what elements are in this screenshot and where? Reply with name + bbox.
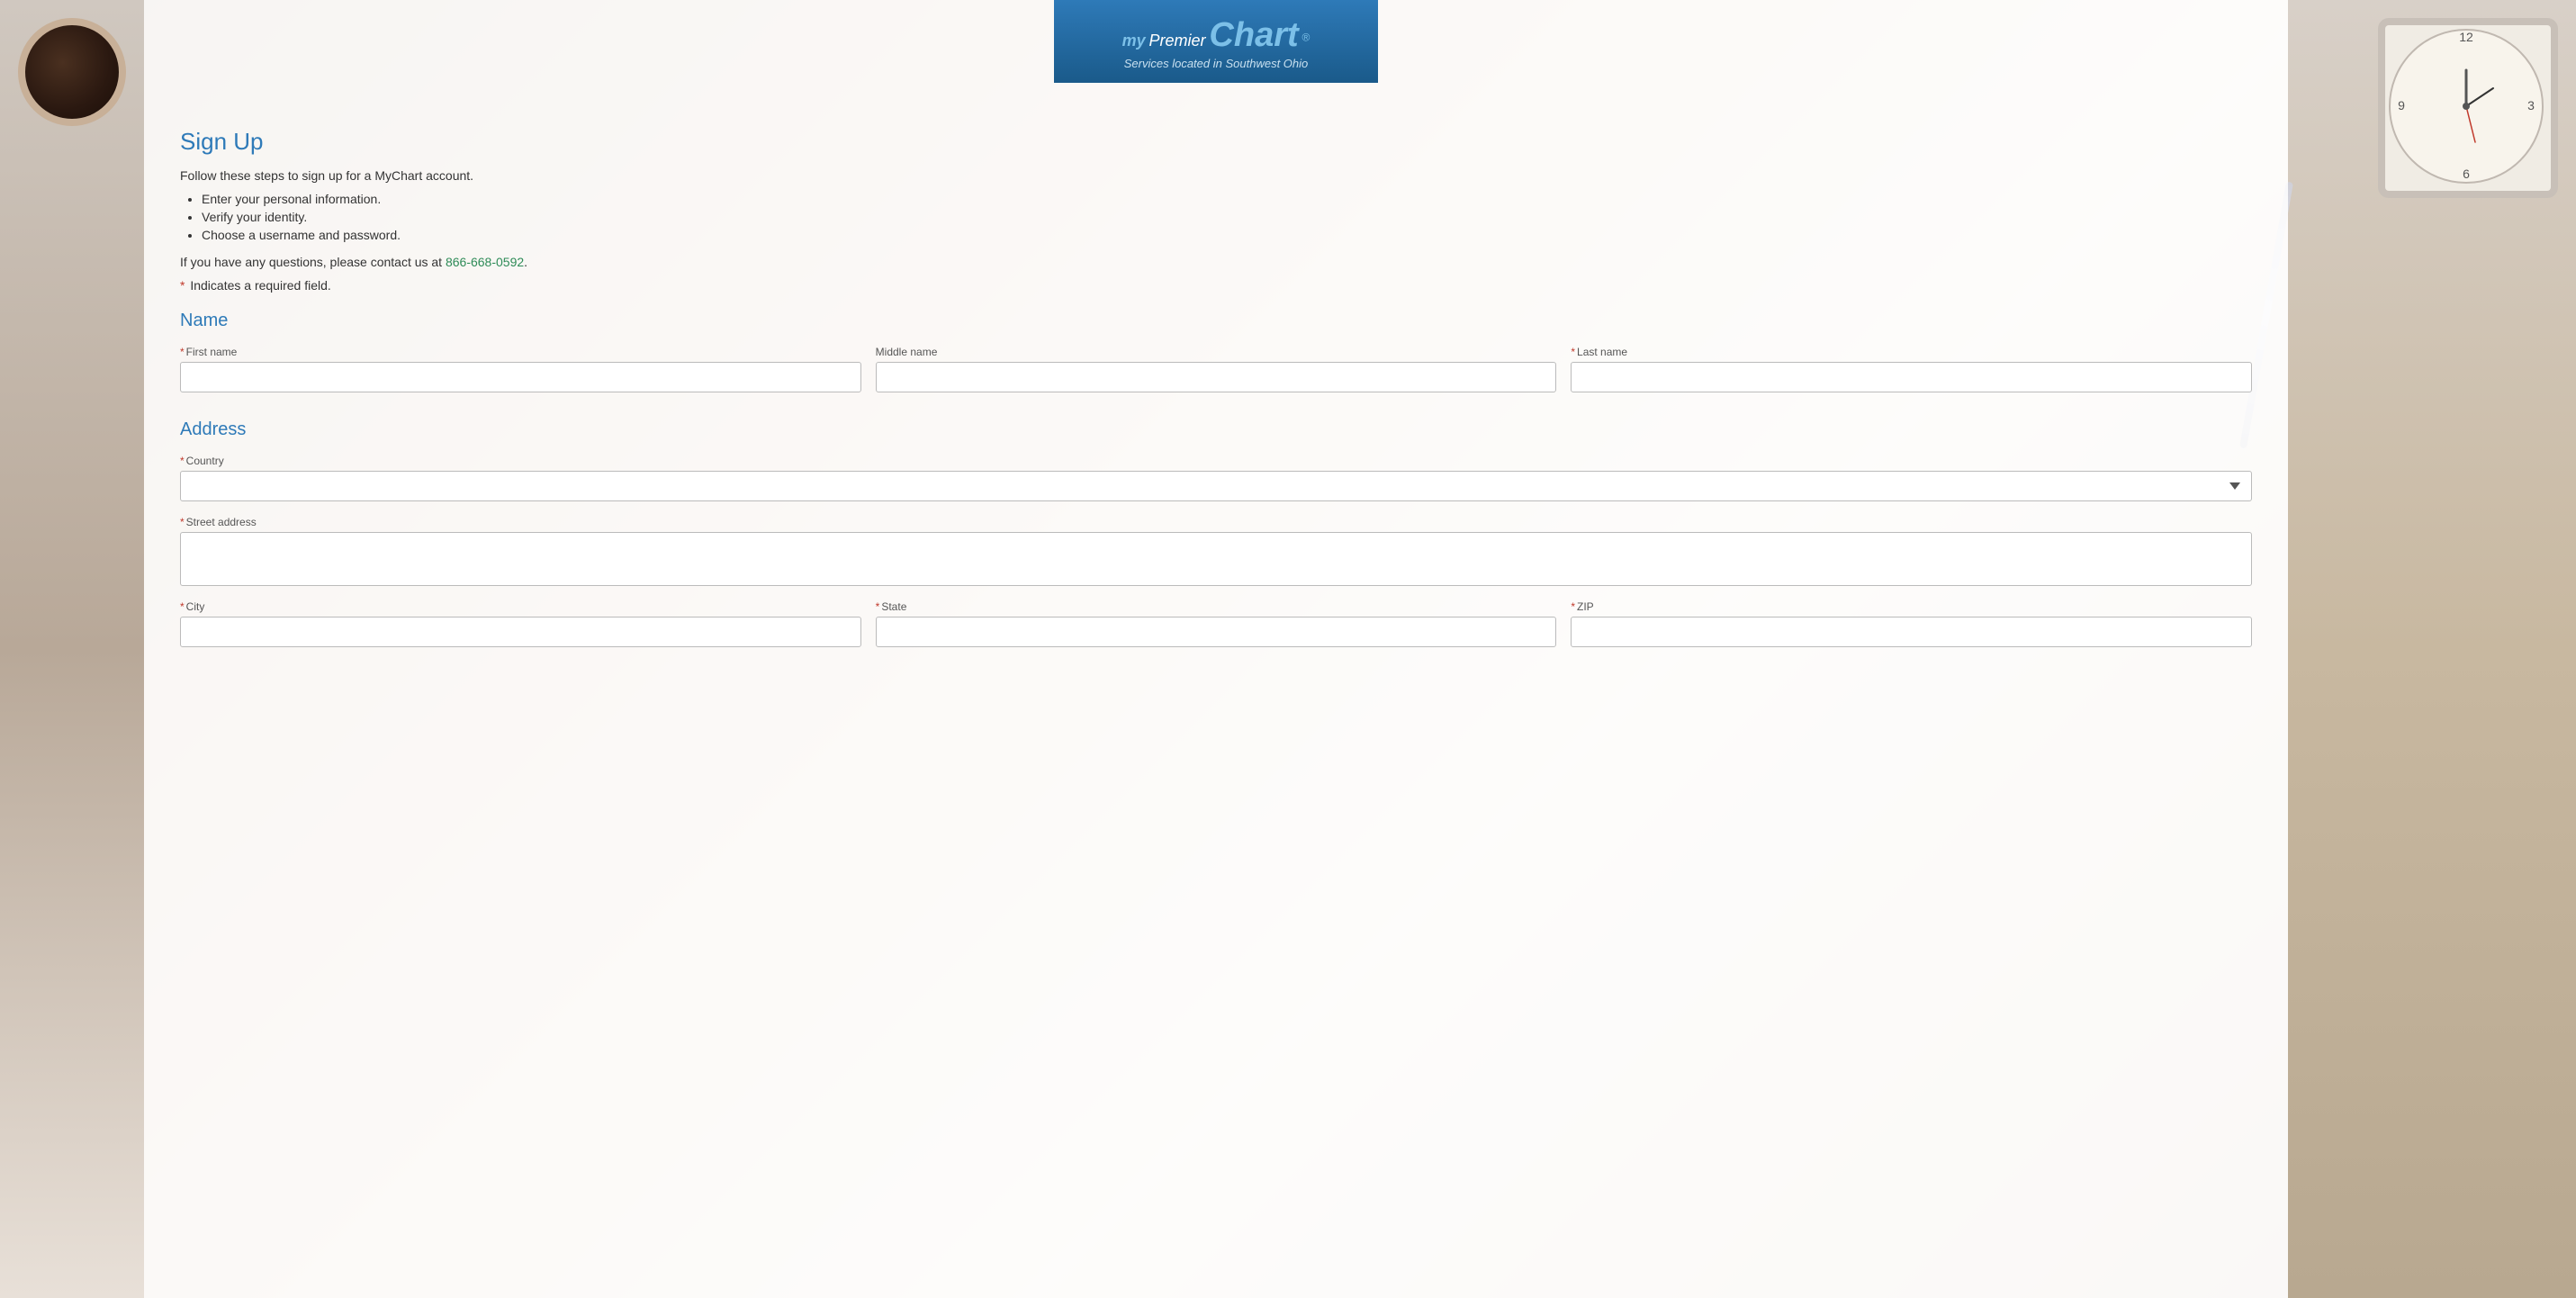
city-input[interactable] (180, 617, 861, 647)
state-label: * State (876, 600, 1557, 613)
street-label-text: Street address (186, 516, 257, 528)
street-label: * Street address (180, 516, 2252, 528)
step-1: Enter your personal information. (202, 192, 2252, 206)
clock-decoration: 12 3 6 9 (2378, 18, 2558, 198)
main-content-area: my Premier Chart ® Services located in S… (144, 0, 2288, 1298)
city-label: * City (180, 600, 861, 613)
street-required-star: * (180, 516, 185, 528)
state-group: * State (876, 600, 1557, 647)
first-name-group: * First name (180, 346, 861, 392)
middle-name-label: Middle name (876, 346, 1557, 358)
name-section-title: Name (180, 311, 2252, 331)
zip-required-star: * (1571, 600, 1575, 613)
zip-label: * ZIP (1571, 600, 2252, 613)
logo-container: my Premier Chart ® Services located in S… (1054, 0, 1378, 83)
logo-my-text: my (1122, 32, 1146, 50)
middle-name-group: Middle name (876, 346, 1557, 392)
middle-name-label-text: Middle name (876, 346, 938, 358)
step-3: Choose a username and password. (202, 228, 2252, 242)
page-title: Sign Up (180, 128, 2252, 156)
clock-svg: 12 3 6 9 (2385, 25, 2547, 187)
country-group: * Country United States Canada (180, 455, 2252, 501)
name-fields-row: * First name Middle name * Last name (180, 346, 2252, 392)
country-select[interactable]: United States Canada (180, 471, 2252, 501)
svg-text:3: 3 (2527, 98, 2535, 113)
header: my Premier Chart ® Services located in S… (180, 0, 2252, 101)
state-label-text: State (881, 600, 906, 613)
last-name-group: * Last name (1571, 346, 2252, 392)
state-input[interactable] (876, 617, 1557, 647)
coffee-cup-decoration (18, 18, 126, 126)
address-section-title: Address (180, 419, 2252, 440)
logo-subtitle: Services located in Southwest Ohio (1090, 57, 1342, 70)
city-state-zip-row: * City * State * ZIP (180, 600, 2252, 647)
required-field-note: * Indicates a required field. (180, 278, 2252, 293)
step-2: Verify your identity. (202, 210, 2252, 224)
first-name-label-text: First name (186, 346, 238, 358)
logo-trademark: ® (1302, 31, 1311, 43)
first-name-input[interactable] (180, 362, 861, 392)
required-star: * (180, 278, 185, 293)
country-required-star: * (180, 455, 185, 467)
zip-input[interactable] (1571, 617, 2252, 647)
left-sidebar-bg (0, 0, 144, 1298)
required-note-text: Indicates a required field. (190, 278, 330, 293)
street-group: * Street address (180, 516, 2252, 586)
city-label-text: City (186, 600, 205, 613)
last-name-required-star: * (1571, 346, 1575, 358)
state-required-star: * (876, 600, 880, 613)
phone-link[interactable]: 866-668-0592 (446, 255, 524, 269)
svg-text:12: 12 (2459, 30, 2473, 44)
steps-list: Enter your personal information. Verify … (202, 192, 2252, 242)
city-required-star: * (180, 600, 185, 613)
city-group: * City (180, 600, 861, 647)
last-name-input[interactable] (1571, 362, 2252, 392)
country-label: * Country (180, 455, 2252, 467)
middle-name-input[interactable] (876, 362, 1557, 392)
last-name-label: * Last name (1571, 346, 2252, 358)
country-label-text: Country (186, 455, 224, 467)
logo-top-line: my Premier Chart ® (1090, 16, 1342, 55)
intro-text: Follow these steps to sign up for a MyCh… (180, 168, 2252, 183)
name-section: Name * First name Middle name * (180, 311, 2252, 392)
first-name-label: * First name (180, 346, 861, 358)
svg-text:6: 6 (2463, 167, 2470, 181)
zip-group: * ZIP (1571, 600, 2252, 647)
contact-line: If you have any questions, please contac… (180, 255, 2252, 269)
svg-text:9: 9 (2398, 98, 2405, 113)
street-address-input[interactable] (180, 532, 2252, 586)
zip-label-text: ZIP (1577, 600, 1594, 613)
first-name-required-star: * (180, 346, 185, 358)
logo-premier-text: Premier (1149, 32, 1206, 50)
logo-chart-text: Chart (1209, 16, 1298, 54)
address-section: Address * Country United States Canada *… (180, 419, 2252, 647)
last-name-label-text: Last name (1577, 346, 1627, 358)
contact-prefix: If you have any questions, please contac… (180, 255, 442, 269)
